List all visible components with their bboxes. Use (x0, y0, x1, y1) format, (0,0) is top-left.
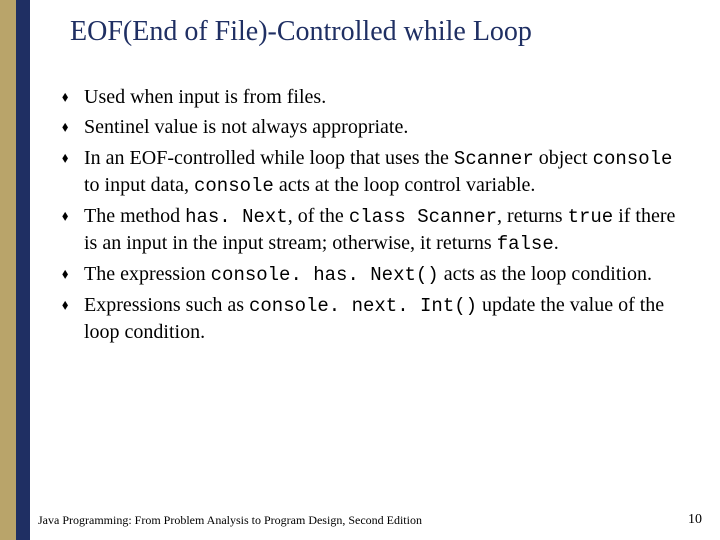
slide-title: EOF(End of File)-Controlled while Loop (70, 16, 690, 48)
diamond-bullet-icon: ⬧ (62, 203, 84, 257)
stripe-gold (0, 0, 16, 540)
list-item-text: Sentinel value is not always appropriate… (84, 114, 682, 140)
diamond-bullet-icon: ⬧ (62, 292, 84, 345)
page-number: 10 (688, 512, 702, 528)
list-item: ⬧The method has. Next, of the class Scan… (62, 203, 682, 257)
diamond-bullet-icon: ⬧ (62, 114, 84, 140)
list-item-text: The expression console. has. Next() acts… (84, 261, 682, 288)
list-item: ⬧Used when input is from files. (62, 84, 682, 110)
list-item: ⬧The expression console. has. Next() act… (62, 261, 682, 288)
stripe-navy (16, 0, 30, 540)
list-item-text: Expressions such as console. next. Int()… (84, 292, 682, 345)
footer-source: Java Programming: From Problem Analysis … (38, 513, 422, 528)
diamond-bullet-icon: ⬧ (62, 261, 84, 288)
list-item: ⬧Expressions such as console. next. Int(… (62, 292, 682, 345)
side-stripe (0, 0, 30, 540)
bullet-list: ⬧Used when input is from files.⬧Sentinel… (62, 84, 682, 350)
diamond-bullet-icon: ⬧ (62, 84, 84, 110)
list-item: ⬧In an EOF-controlled while loop that us… (62, 145, 682, 199)
list-item-text: In an EOF-controlled while loop that use… (84, 145, 682, 199)
list-item-text: Used when input is from files. (84, 84, 682, 110)
list-item: ⬧Sentinel value is not always appropriat… (62, 114, 682, 140)
list-item-text: The method has. Next, of the class Scann… (84, 203, 682, 257)
diamond-bullet-icon: ⬧ (62, 145, 84, 199)
